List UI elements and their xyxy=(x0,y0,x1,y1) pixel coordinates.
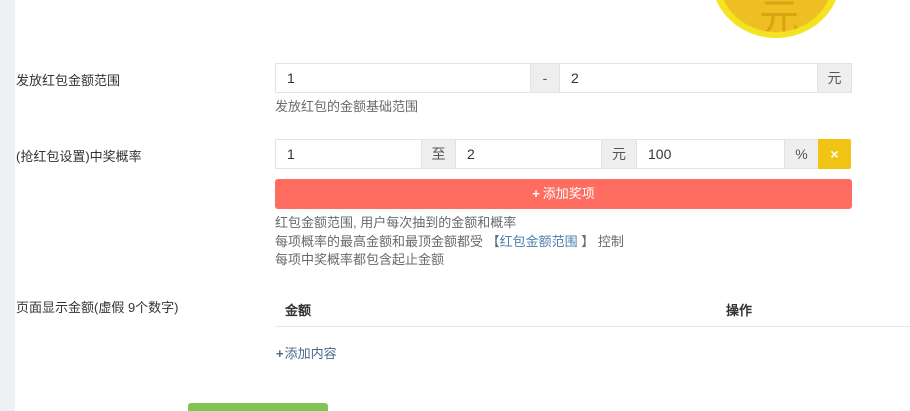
prize-rate-input[interactable]: 100 xyxy=(636,139,785,169)
column-header-amount: 金额 xyxy=(285,303,312,318)
amount-unit-addon: 元 xyxy=(817,63,852,93)
prize-min-input[interactable]: 1 xyxy=(275,139,422,169)
hint-prefix: 每项概率的最高金额和最顶金额都受 【 xyxy=(275,234,500,249)
amount-range-hint: 发放红包的金额基础范围 xyxy=(275,99,419,114)
probability-hint-2: 每项概率的最高金额和最顶金额都受 【红包金额范围 】 控制 xyxy=(275,232,624,252)
column-header-actions: 操作 xyxy=(726,303,753,318)
amount-range-label: 发放红包金额范围 xyxy=(16,73,121,88)
left-rail xyxy=(0,0,15,411)
display-amounts-table-header: 金额 操作 xyxy=(275,290,910,327)
probability-hint-1: 红包金额范围, 用户每次抽到的金额和概率 xyxy=(275,215,517,230)
close-icon: × xyxy=(830,146,839,162)
amount-min-input[interactable]: 1 xyxy=(275,63,531,93)
remove-prize-button[interactable]: × xyxy=(818,139,851,169)
amount-max-input[interactable]: 2 xyxy=(559,63,818,93)
add-prize-button[interactable]: + 添加奖项 xyxy=(275,179,852,209)
submit-button[interactable] xyxy=(188,403,328,411)
amount-range-separator: - xyxy=(530,63,560,93)
amount-range-link[interactable]: 红包金额范围 xyxy=(500,234,578,249)
add-content-label: 添加内容 xyxy=(284,346,337,361)
plus-icon: + xyxy=(276,346,284,361)
prize-unit-addon: 元 xyxy=(601,139,637,169)
add-prize-label: 添加奖项 xyxy=(542,186,595,201)
probability-label: (抢红包设置)中奖概率 xyxy=(16,149,142,164)
add-content-link[interactable]: +添加内容 xyxy=(276,343,337,362)
prize-to-addon: 至 xyxy=(421,139,456,169)
display-amounts-label: 页面显示金额(虚假 9个数字) xyxy=(16,300,179,315)
coin-image: 元 xyxy=(712,0,840,38)
percent-addon: % xyxy=(784,139,819,169)
coin-face: 元 xyxy=(719,0,833,32)
prize-max-input[interactable]: 2 xyxy=(455,139,602,169)
probability-hint-3: 每项中奖概率都包含起止金额 xyxy=(275,252,445,267)
coin-glyph: 元 xyxy=(759,0,799,32)
plus-icon: + xyxy=(532,186,540,201)
hint-suffix: 】 控制 xyxy=(577,234,624,249)
